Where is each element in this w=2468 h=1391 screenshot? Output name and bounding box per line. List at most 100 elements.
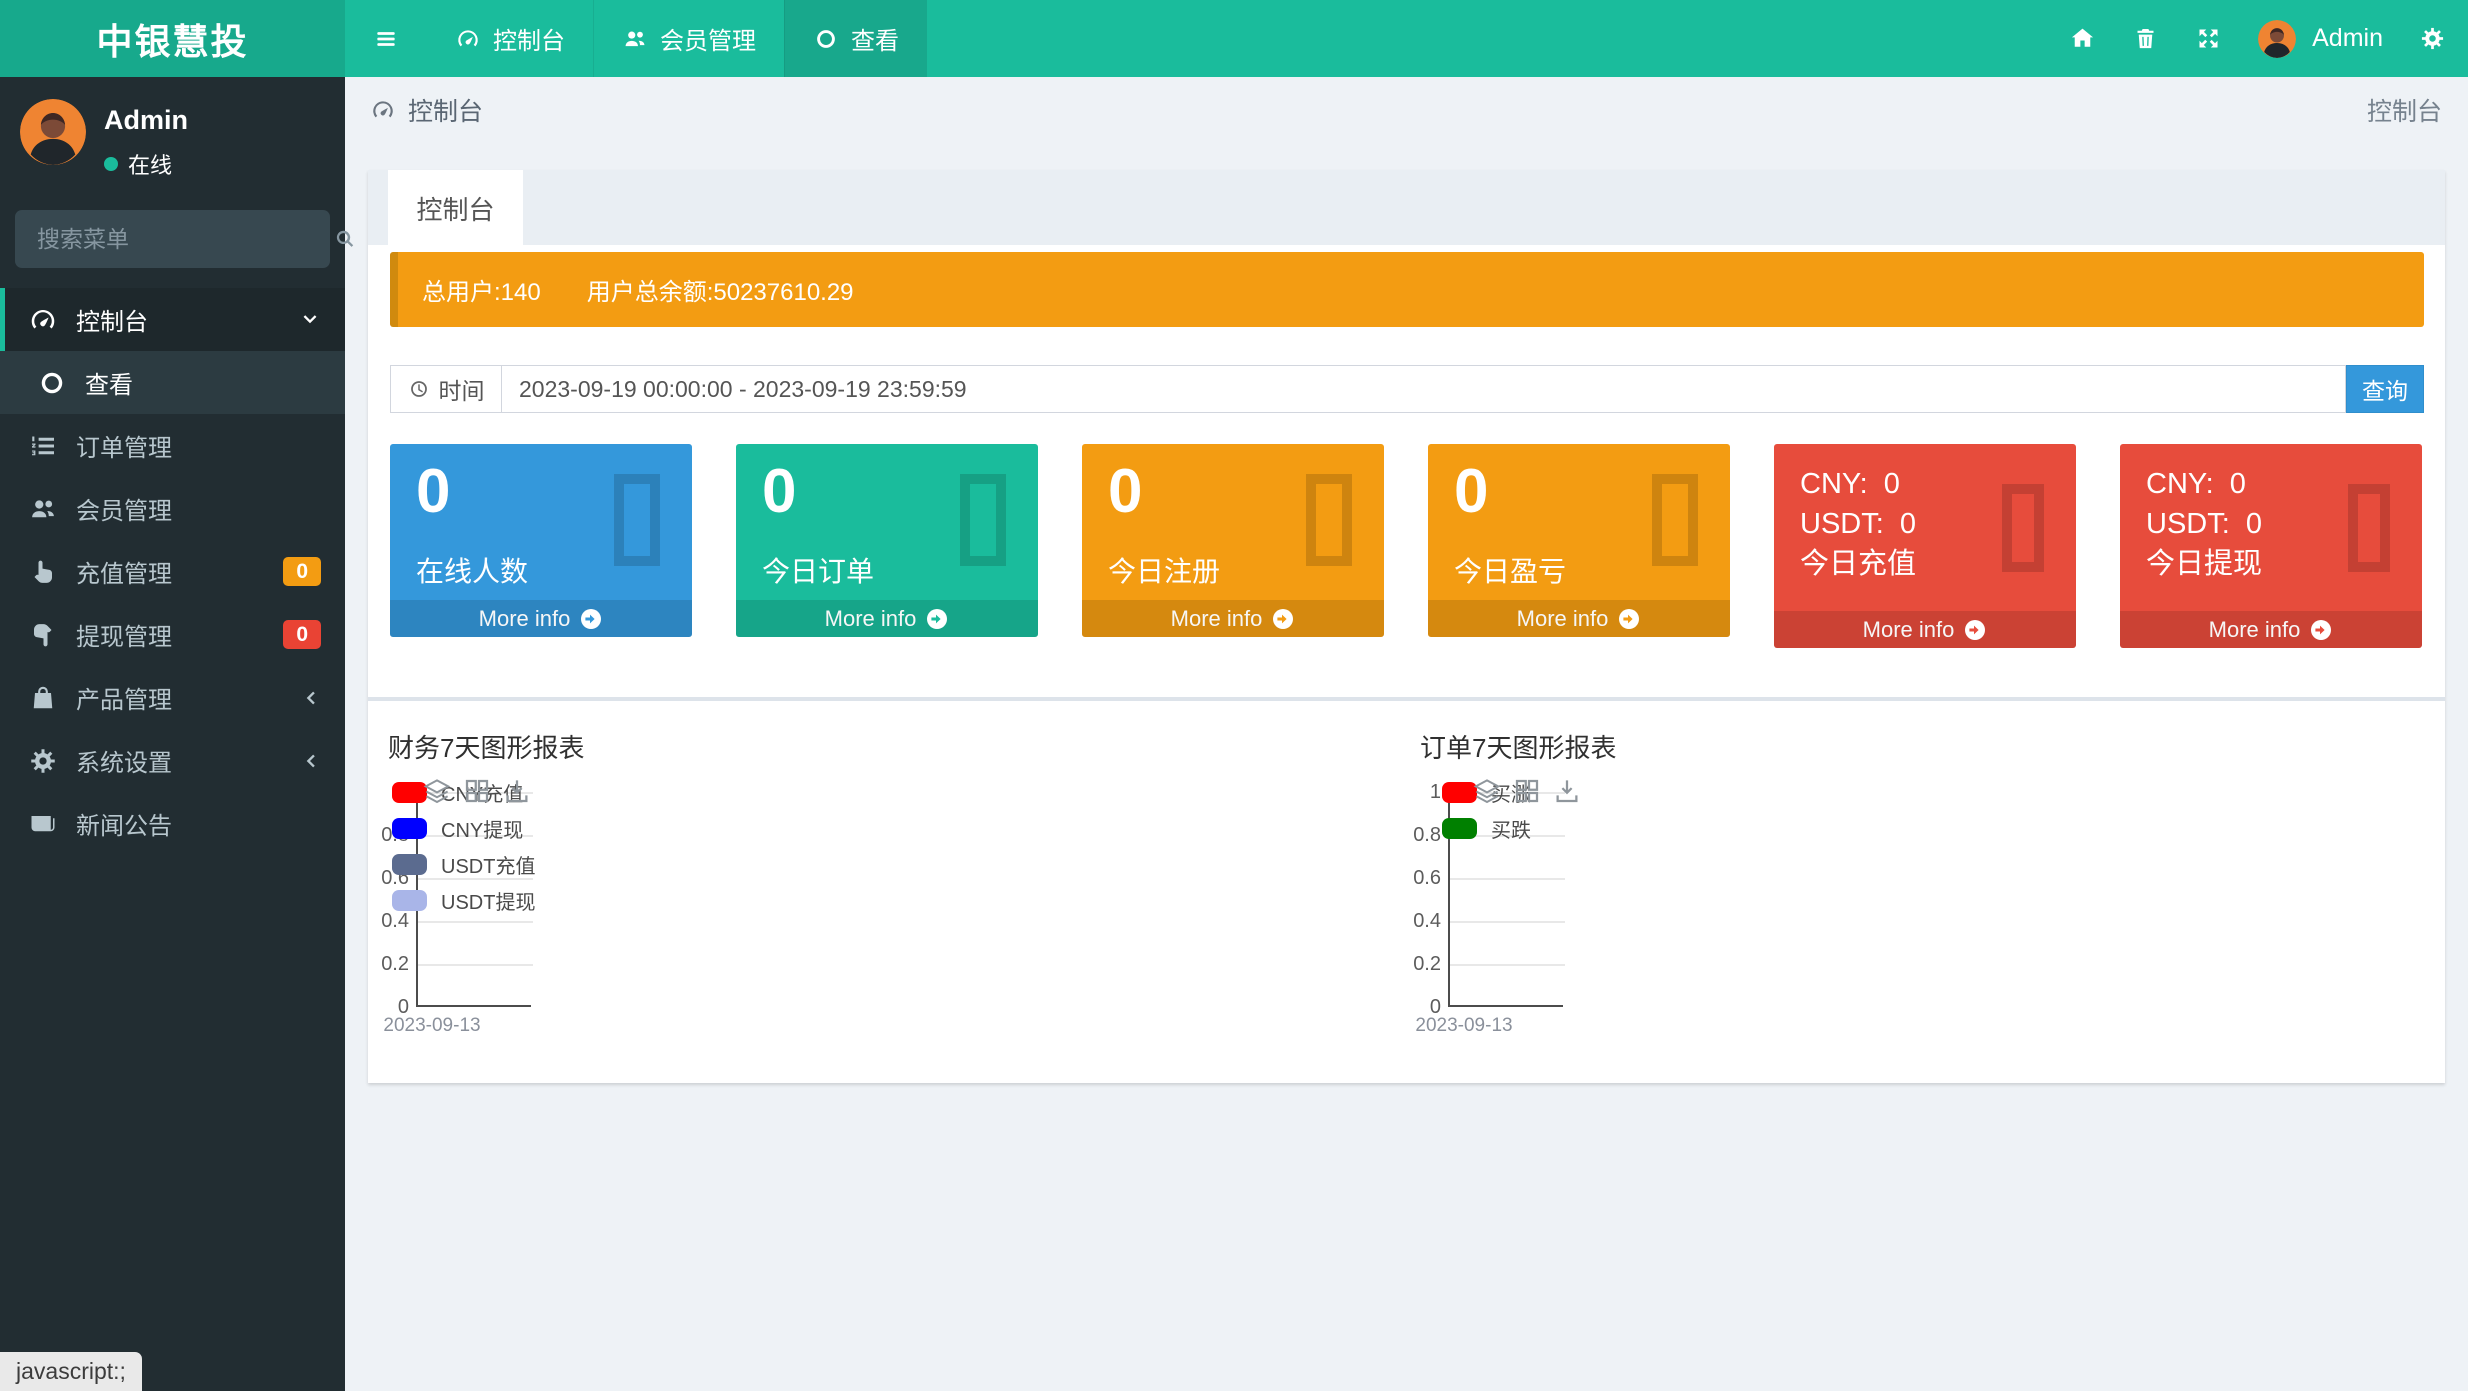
x-axis-label: 2023-09-13 — [383, 1015, 481, 1036]
legend-label: USDT提现 — [441, 891, 536, 914]
stat-box-profit-loss: 0 今日盈亏 More info — [1428, 444, 1730, 637]
avatar — [20, 99, 86, 165]
user-menu[interactable]: Admin — [2258, 19, 2383, 58]
gears-icon — [28, 746, 58, 776]
sidebar-item-dashboard[interactable]: 控制台 — [0, 288, 345, 351]
search-input[interactable] — [15, 210, 333, 268]
time-filter-label: 时间 — [390, 365, 502, 413]
tab-dashboard[interactable]: 控制台 — [388, 170, 523, 246]
time-label: 时间 — [438, 378, 485, 404]
gridline — [418, 921, 533, 923]
tiled-icon[interactable] — [462, 776, 492, 806]
sidebar-item-label: 会员管理 — [76, 498, 172, 525]
sidebar-item-view[interactable]: 查看 — [0, 351, 345, 414]
gridline — [418, 964, 533, 966]
total-users-text: 总用户:140 — [422, 279, 541, 306]
breadcrumb-right: 控制台 — [2366, 98, 2442, 126]
date-range-input[interactable] — [502, 365, 2346, 413]
y-tick-label: 0.6 — [1413, 867, 1441, 889]
arrow-circle-right-icon — [1963, 618, 1987, 642]
sidebar-item-members[interactable]: 会员管理 — [0, 477, 345, 540]
stat-box-online: 0 在线人数 More info — [390, 444, 692, 637]
more-info-link[interactable]: More info — [2120, 611, 2422, 648]
search-button[interactable] — [333, 210, 357, 268]
page-title: 控制台 — [408, 98, 484, 126]
online-status-label: 在线 — [128, 153, 173, 178]
more-info-link[interactable]: More info — [1774, 611, 2076, 648]
navbar-menu: 控制台 会员管理 查看 — [345, 0, 927, 77]
sidebar-user-status[interactable]: 在线 — [104, 148, 188, 180]
sidebar-item-products[interactable]: 产品管理 — [0, 666, 345, 729]
brand-logo[interactable]: 中银慧投 — [0, 0, 345, 77]
stat-box-today-deposit: CNY: 0 USDT: 0 今日充值 More info — [1774, 444, 2076, 648]
hand-down-icon — [28, 620, 58, 650]
legend-item[interactable]: USDT充值 — [392, 846, 535, 882]
stack-icon[interactable] — [1472, 776, 1502, 806]
query-button[interactable]: 查询 — [2346, 365, 2424, 413]
bag-icon — [28, 683, 58, 713]
gridline — [1450, 964, 1565, 966]
sidebar-item-news[interactable]: 新闻公告 — [0, 792, 345, 855]
sidebar-item-label: 查看 — [85, 372, 133, 399]
sidebar-item-label: 提现管理 — [76, 624, 172, 651]
legend-label: 买跌 — [1491, 819, 1531, 842]
nav-item-members[interactable]: 会员管理 — [593, 0, 784, 77]
sidebar-item-orders[interactable]: 订单管理 — [0, 414, 345, 477]
hamburger-icon — [373, 26, 399, 52]
sidebar-search — [15, 210, 354, 268]
sidebar-item-label: 产品管理 — [76, 687, 172, 714]
circle-o-icon — [37, 368, 67, 398]
legend-swatch — [1442, 817, 1477, 839]
nav-item-dashboard[interactable]: 控制台 — [427, 0, 593, 77]
y-tick-label: 0.2 — [1413, 953, 1441, 975]
more-info-link[interactable]: More info — [1428, 600, 1730, 637]
stack-icon[interactable] — [422, 776, 452, 806]
nav-item-view[interactable]: 查看 — [784, 0, 927, 77]
sidebar-item-settings[interactable]: 系统设置 — [0, 729, 345, 792]
home-icon[interactable] — [2069, 25, 2096, 52]
chevron-down-icon — [299, 309, 321, 331]
nav-item-label: 控制台 — [493, 28, 565, 55]
more-info-label: More info — [824, 605, 917, 631]
legend-swatch — [392, 853, 427, 875]
sidebar-item-label: 新闻公告 — [76, 813, 172, 840]
total-balance-text: 用户总余额:50237610.29 — [586, 279, 854, 306]
y-tick-label: 0.2 — [381, 953, 409, 975]
more-info-link[interactable]: More info — [1082, 600, 1384, 637]
gears-icon[interactable] — [2419, 25, 2446, 52]
stat-box-today-withdrawal: CNY: 0 USDT: 0 今日提现 More info — [2120, 444, 2422, 648]
legend-item[interactable]: 买跌 — [1442, 810, 1531, 846]
sidebar-toggle-button[interactable] — [345, 0, 427, 77]
navbar-right: Admin — [2069, 0, 2468, 77]
gauge-icon — [28, 305, 58, 335]
legend-label: USDT充值 — [441, 855, 536, 878]
download-icon[interactable] — [1552, 776, 1582, 806]
withdrawal-count-badge: 0 — [283, 620, 321, 649]
summary-alert: 总用户:140 用户总余额:50237610.29 — [390, 252, 2424, 327]
expand-icon[interactable] — [2195, 25, 2222, 52]
stat-boxes: 0 在线人数 More info 0 今日订单 More info 0 今日注册… — [390, 444, 2422, 648]
tiled-icon[interactable] — [1512, 776, 1542, 806]
download-icon[interactable] — [502, 776, 532, 806]
sidebar-item-label: 充值管理 — [76, 561, 172, 588]
more-info-link[interactable]: More info — [390, 600, 692, 637]
more-info-link[interactable]: More info — [736, 600, 1038, 637]
hand-up-icon — [28, 557, 58, 587]
main-content: 控制台 控制台 控制台 总用户:140 用户总余额:50237610.29 时间… — [345, 77, 2468, 1391]
arrow-circle-right-icon — [925, 607, 949, 631]
avatar — [2258, 19, 2297, 58]
gauge-icon — [455, 26, 481, 52]
arrow-circle-right-icon — [579, 607, 603, 631]
placeholder-glyph-icon — [1652, 474, 1698, 566]
sidebar-item-withdrawals[interactable]: 提现管理 0 — [0, 603, 345, 666]
trash-icon[interactable] — [2132, 25, 2159, 52]
y-tick-label: 0 — [1429, 996, 1441, 1018]
orders-7day-chart: 订单7天图形报表 买涨 买跌 2023-09-13 1 0.8 0.6 0.4 0.2 0 — [1412, 710, 2444, 1083]
y-tick-label: 0.4 — [1413, 910, 1441, 932]
gridline — [1450, 921, 1565, 923]
legend-item[interactable]: CNY提现 — [392, 810, 535, 846]
chart-toolbox — [422, 776, 532, 806]
legend-item[interactable]: USDT提现 — [392, 882, 535, 918]
sidebar-user-panel: Admin 在线 — [0, 77, 345, 188]
sidebar-item-deposits[interactable]: 充值管理 0 — [0, 540, 345, 603]
